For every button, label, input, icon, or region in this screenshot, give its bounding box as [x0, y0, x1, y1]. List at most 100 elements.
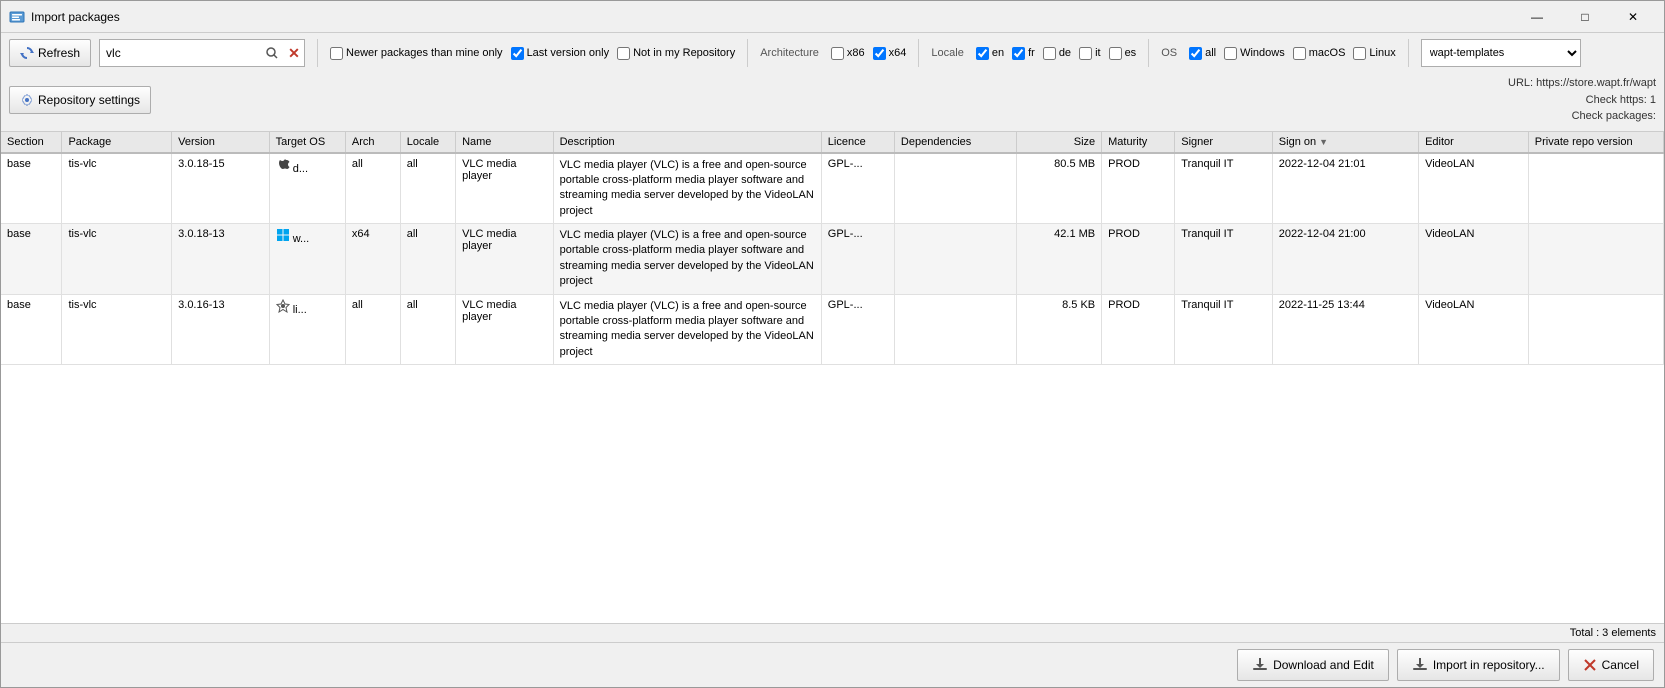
cell-signon: 2022-12-04 21:01	[1272, 153, 1418, 224]
os-linux-filter[interactable]: Linux	[1353, 47, 1395, 60]
col-header-signon[interactable]: Sign on ▼	[1272, 132, 1418, 153]
main-window: Import packages — □ ✕ Refresh ✕ Newer pa…	[0, 0, 1665, 688]
close-button[interactable]: ✕	[1610, 1, 1656, 33]
os-all-checkbox[interactable]	[1189, 47, 1202, 60]
table-row[interactable]: base tis-vlc 3.0.18-13 w... x64 all VLC …	[1, 224, 1664, 295]
arch-x86-filter[interactable]: x86	[831, 47, 865, 60]
minimize-button[interactable]: —	[1514, 1, 1560, 33]
locale-it-filter[interactable]: it	[1079, 47, 1101, 60]
newer-packages-filter[interactable]: Newer packages than mine only	[330, 47, 503, 60]
newer-packages-checkbox[interactable]	[330, 47, 343, 60]
locale-en-checkbox[interactable]	[976, 47, 989, 60]
col-header-package[interactable]: Package	[62, 132, 172, 153]
window-title: Import packages	[31, 10, 1514, 24]
table-row[interactable]: base tis-vlc 3.0.16-13 li... all all VLC…	[1, 294, 1664, 365]
window-controls: — □ ✕	[1514, 1, 1656, 33]
locale-fr-checkbox[interactable]	[1012, 47, 1025, 60]
locale-fr-filter[interactable]: fr	[1012, 47, 1035, 60]
os-linux-checkbox[interactable]	[1353, 47, 1366, 60]
last-version-filter[interactable]: Last version only	[511, 47, 610, 60]
cancel-button[interactable]: Cancel	[1568, 649, 1654, 681]
check-https-text: Check https: 1	[1508, 92, 1656, 109]
locale-label: Locale	[931, 47, 963, 59]
locale-de-checkbox[interactable]	[1043, 47, 1056, 60]
bottom-bar: Download and Edit Import in repository..…	[1, 642, 1664, 687]
download-edit-icon	[1252, 657, 1268, 673]
locale-de-filter[interactable]: de	[1043, 47, 1071, 60]
os-windows-filter[interactable]: Windows	[1224, 47, 1285, 60]
search-button[interactable]	[260, 40, 284, 66]
os-all-filter[interactable]: all	[1189, 47, 1216, 60]
cell-dependencies	[894, 294, 1016, 365]
os-macos-filter[interactable]: macOS	[1293, 47, 1346, 60]
locale-en-filter[interactable]: en	[976, 47, 1004, 60]
arch-x64-filter[interactable]: x64	[873, 47, 907, 60]
cell-version: 3.0.18-13	[172, 224, 270, 295]
maximize-button[interactable]: □	[1562, 1, 1608, 33]
col-header-section[interactable]: Section	[1, 132, 62, 153]
col-header-description[interactable]: Description	[553, 132, 821, 153]
os-macos-checkbox[interactable]	[1293, 47, 1306, 60]
repository-selector[interactable]: wapt-templates wapt-demo wapt-local	[1421, 39, 1581, 67]
import-repository-label: Import in repository...	[1433, 658, 1545, 672]
os-label: OS	[1161, 47, 1177, 59]
separator-5	[1408, 39, 1409, 67]
packages-table-container[interactable]: Section Package Version Target OS Arch L…	[1, 132, 1664, 624]
cell-size: 42.1 MB	[1016, 224, 1101, 295]
col-header-version[interactable]: Version	[172, 132, 270, 153]
locale-es-filter[interactable]: es	[1109, 47, 1137, 60]
cell-description: VLC media player (VLC) is a free and ope…	[553, 153, 821, 224]
cell-arch: all	[345, 153, 400, 224]
col-header-targetos[interactable]: Target OS	[269, 132, 345, 153]
cell-arch: x64	[345, 224, 400, 295]
separator-2	[747, 39, 748, 67]
col-header-locale[interactable]: Locale	[400, 132, 455, 153]
cell-size: 80.5 MB	[1016, 153, 1101, 224]
os-windows-checkbox[interactable]	[1224, 47, 1237, 60]
last-version-checkbox[interactable]	[511, 47, 524, 60]
cell-package: tis-vlc	[62, 294, 172, 365]
locale-es-checkbox[interactable]	[1109, 47, 1122, 60]
import-repository-button[interactable]: Import in repository...	[1397, 649, 1560, 681]
cell-locale: all	[400, 153, 455, 224]
cell-targetos: li...	[269, 294, 345, 365]
col-header-dependencies[interactable]: Dependencies	[894, 132, 1016, 153]
cell-version: 3.0.18-15	[172, 153, 270, 224]
col-header-maturity[interactable]: Maturity	[1102, 132, 1175, 153]
not-in-repo-filter[interactable]: Not in my Repository	[617, 47, 735, 60]
col-header-name[interactable]: Name	[456, 132, 554, 153]
col-header-editor[interactable]: Editor	[1419, 132, 1529, 153]
separator-1	[317, 39, 318, 67]
content-area: Section Package Version Target OS Arch L…	[1, 132, 1664, 624]
cell-targetos: w...	[269, 224, 345, 295]
download-edit-button[interactable]: Download and Edit	[1237, 649, 1389, 681]
url-text: URL: https://store.wapt.fr/wapt	[1508, 75, 1656, 92]
refresh-label: Refresh	[38, 46, 80, 60]
not-in-repo-checkbox[interactable]	[617, 47, 630, 60]
repository-settings-button[interactable]: Repository settings	[9, 86, 151, 114]
table-row[interactable]: base tis-vlc 3.0.18-15 d... all all VLC …	[1, 153, 1664, 224]
col-header-privaterepo[interactable]: Private repo version	[1528, 132, 1663, 153]
cell-signer: Tranquil IT	[1175, 224, 1273, 295]
search-clear-button[interactable]: ✕	[284, 40, 304, 66]
arch-x64-checkbox[interactable]	[873, 47, 886, 60]
col-header-signer[interactable]: Signer	[1175, 132, 1273, 153]
window-icon	[9, 9, 25, 25]
col-header-licence[interactable]: Licence	[821, 132, 894, 153]
title-bar: Import packages — □ ✕	[1, 1, 1664, 33]
cell-editor: VideoLAN	[1419, 153, 1529, 224]
cell-locale: all	[400, 294, 455, 365]
arch-x86-checkbox[interactable]	[831, 47, 844, 60]
refresh-button[interactable]: Refresh	[9, 39, 91, 67]
total-elements: Total : 3 elements	[1570, 627, 1656, 639]
search-input[interactable]	[100, 40, 260, 66]
cell-licence: GPL-...	[821, 153, 894, 224]
separator-4	[1148, 39, 1149, 67]
col-header-arch[interactable]: Arch	[345, 132, 400, 153]
col-header-size[interactable]: Size	[1016, 132, 1101, 153]
cell-targetos: d...	[269, 153, 345, 224]
cell-editor: VideoLAN	[1419, 224, 1529, 295]
locale-it-checkbox[interactable]	[1079, 47, 1092, 60]
cell-licence: GPL-...	[821, 294, 894, 365]
cell-version: 3.0.16-13	[172, 294, 270, 365]
